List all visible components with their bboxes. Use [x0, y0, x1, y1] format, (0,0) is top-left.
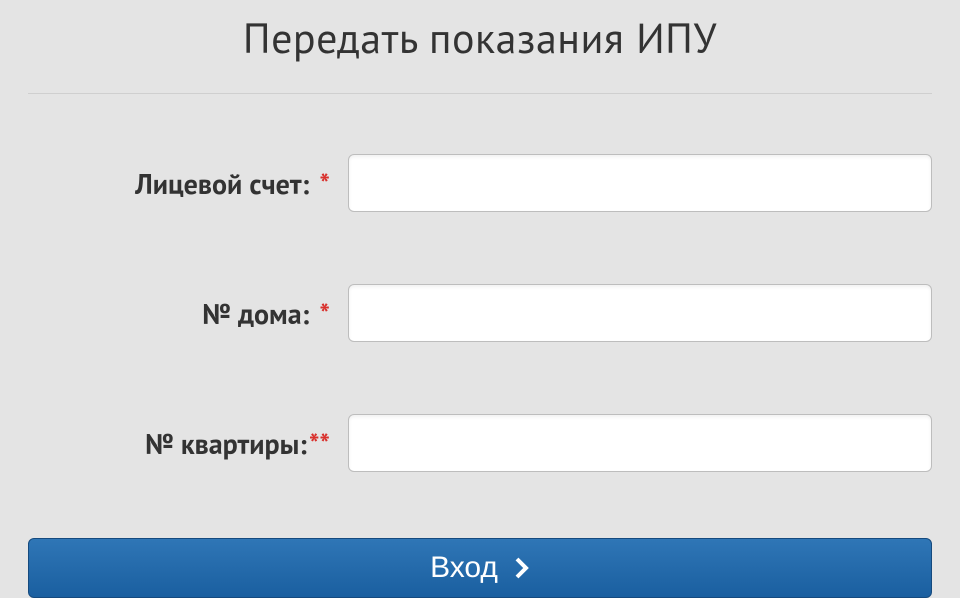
apartment-label: № квартиры:: [145, 425, 307, 462]
meter-reading-form: Передать показания ИПУ Лицевой счет: * №…: [0, 0, 960, 598]
page-title: Передать показания ИПУ: [28, 10, 932, 65]
required-double-icon: **: [309, 425, 330, 462]
account-row: Лицевой счет: *: [28, 154, 932, 212]
required-icon: *: [319, 295, 330, 332]
house-row: № дома: *: [28, 284, 932, 342]
house-label-wrap: № дома: *: [28, 295, 348, 332]
required-icon: *: [319, 165, 330, 202]
apartment-input-wrap: [348, 414, 932, 472]
house-input[interactable]: [348, 284, 932, 342]
login-button[interactable]: Вход: [28, 538, 932, 598]
divider: [28, 93, 932, 94]
account-input[interactable]: [348, 154, 932, 212]
apartment-row: № квартиры:**: [28, 414, 932, 472]
chevron-right-icon: [514, 556, 530, 580]
house-label: № дома:: [202, 295, 309, 332]
house-input-wrap: [348, 284, 932, 342]
apartment-label-wrap: № квартиры:**: [28, 425, 348, 462]
account-input-wrap: [348, 154, 932, 212]
login-button-label: Вход: [430, 551, 498, 585]
account-label-wrap: Лицевой счет: *: [28, 165, 348, 202]
account-label: Лицевой счет:: [135, 165, 309, 202]
apartment-input[interactable]: [348, 414, 932, 472]
